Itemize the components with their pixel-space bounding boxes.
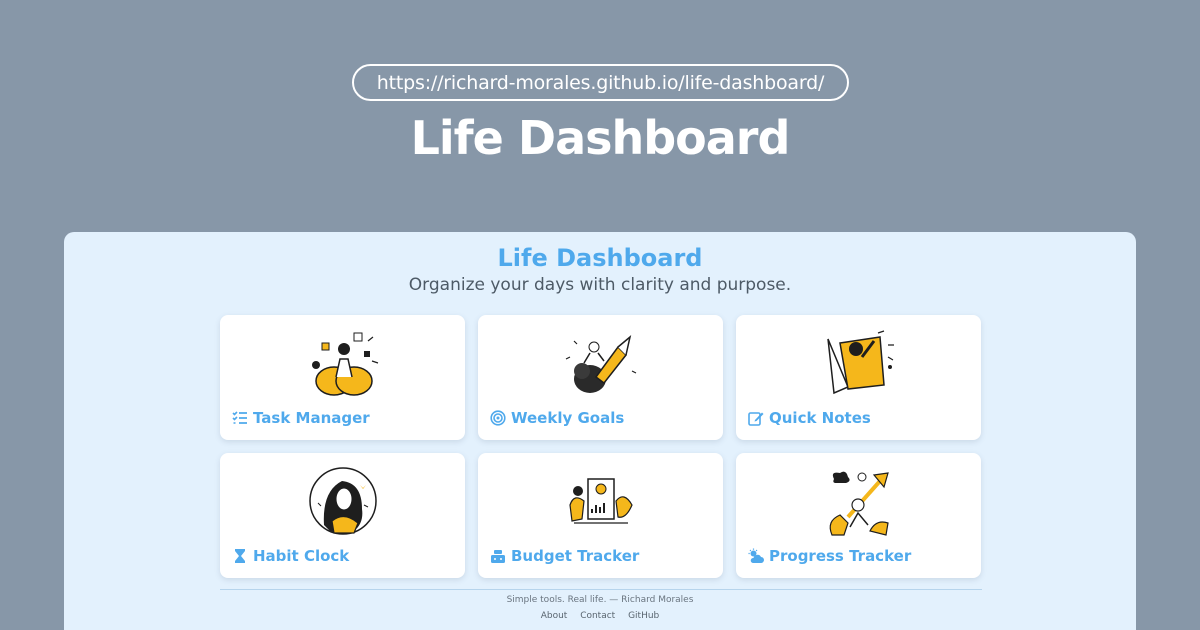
dashboard-panel: Life Dashboard Organize your days with c… [64, 232, 1136, 630]
task-manager-illustration [312, 332, 379, 396]
footer-link-about[interactable]: About [541, 611, 568, 621]
card-label: Quick Notes [748, 409, 871, 427]
card-label: Progress Tracker [748, 547, 911, 565]
footer-divider [220, 589, 982, 590]
url-pill: https://richard-morales.github.io/life-d… [352, 64, 849, 101]
footer-links: About Contact GitHub [64, 611, 1136, 621]
card-label: Habit Clock [232, 547, 349, 565]
card-budget-tracker[interactable]: Budget Tracker [478, 453, 723, 578]
edit-note-icon [748, 412, 764, 426]
card-title: Progress Tracker [769, 547, 912, 565]
cash-register-icon [491, 550, 505, 563]
target-icon [490, 410, 506, 426]
card-task-manager[interactable]: Task Manager [220, 315, 465, 440]
footer-link-contact[interactable]: Contact [580, 611, 615, 621]
card-title: Habit Clock [253, 547, 350, 565]
card-title: Weekly Goals [511, 409, 625, 427]
card-progress-tracker[interactable]: Progress Tracker [736, 453, 981, 578]
card-label: Budget Tracker [490, 547, 639, 565]
card-title: Quick Notes [769, 409, 871, 427]
cloud-sun-icon [748, 548, 764, 563]
hero-title: Life Dashboard [410, 111, 791, 165]
footer-link-github[interactable]: GitHub [628, 611, 659, 621]
card-weekly-goals[interactable]: Weekly Goals [478, 315, 723, 440]
card-title: Budget Tracker [511, 547, 640, 565]
quick-notes-illustration [827, 330, 894, 395]
task-list-icon [232, 411, 247, 424]
card-title: Task Manager [253, 409, 370, 427]
budget-tracker-illustration [569, 478, 633, 524]
card-habit-clock[interactable]: Habit Clock [220, 453, 465, 578]
weekly-goals-illustration [565, 335, 637, 393]
hourglass-icon [235, 549, 245, 563]
card-quick-notes[interactable]: Quick Notes [736, 315, 981, 440]
panel-subtitle: Organize your days with clarity and purp… [408, 275, 792, 295]
card-label: Weekly Goals [490, 409, 624, 427]
card-label: Task Manager [232, 409, 370, 427]
habit-clock-illustration [309, 467, 377, 535]
panel-title: Life Dashboard [497, 244, 703, 272]
footer-text: Simple tools. Real life. — Richard Moral… [506, 595, 694, 605]
progress-tracker-illustration [829, 471, 889, 536]
